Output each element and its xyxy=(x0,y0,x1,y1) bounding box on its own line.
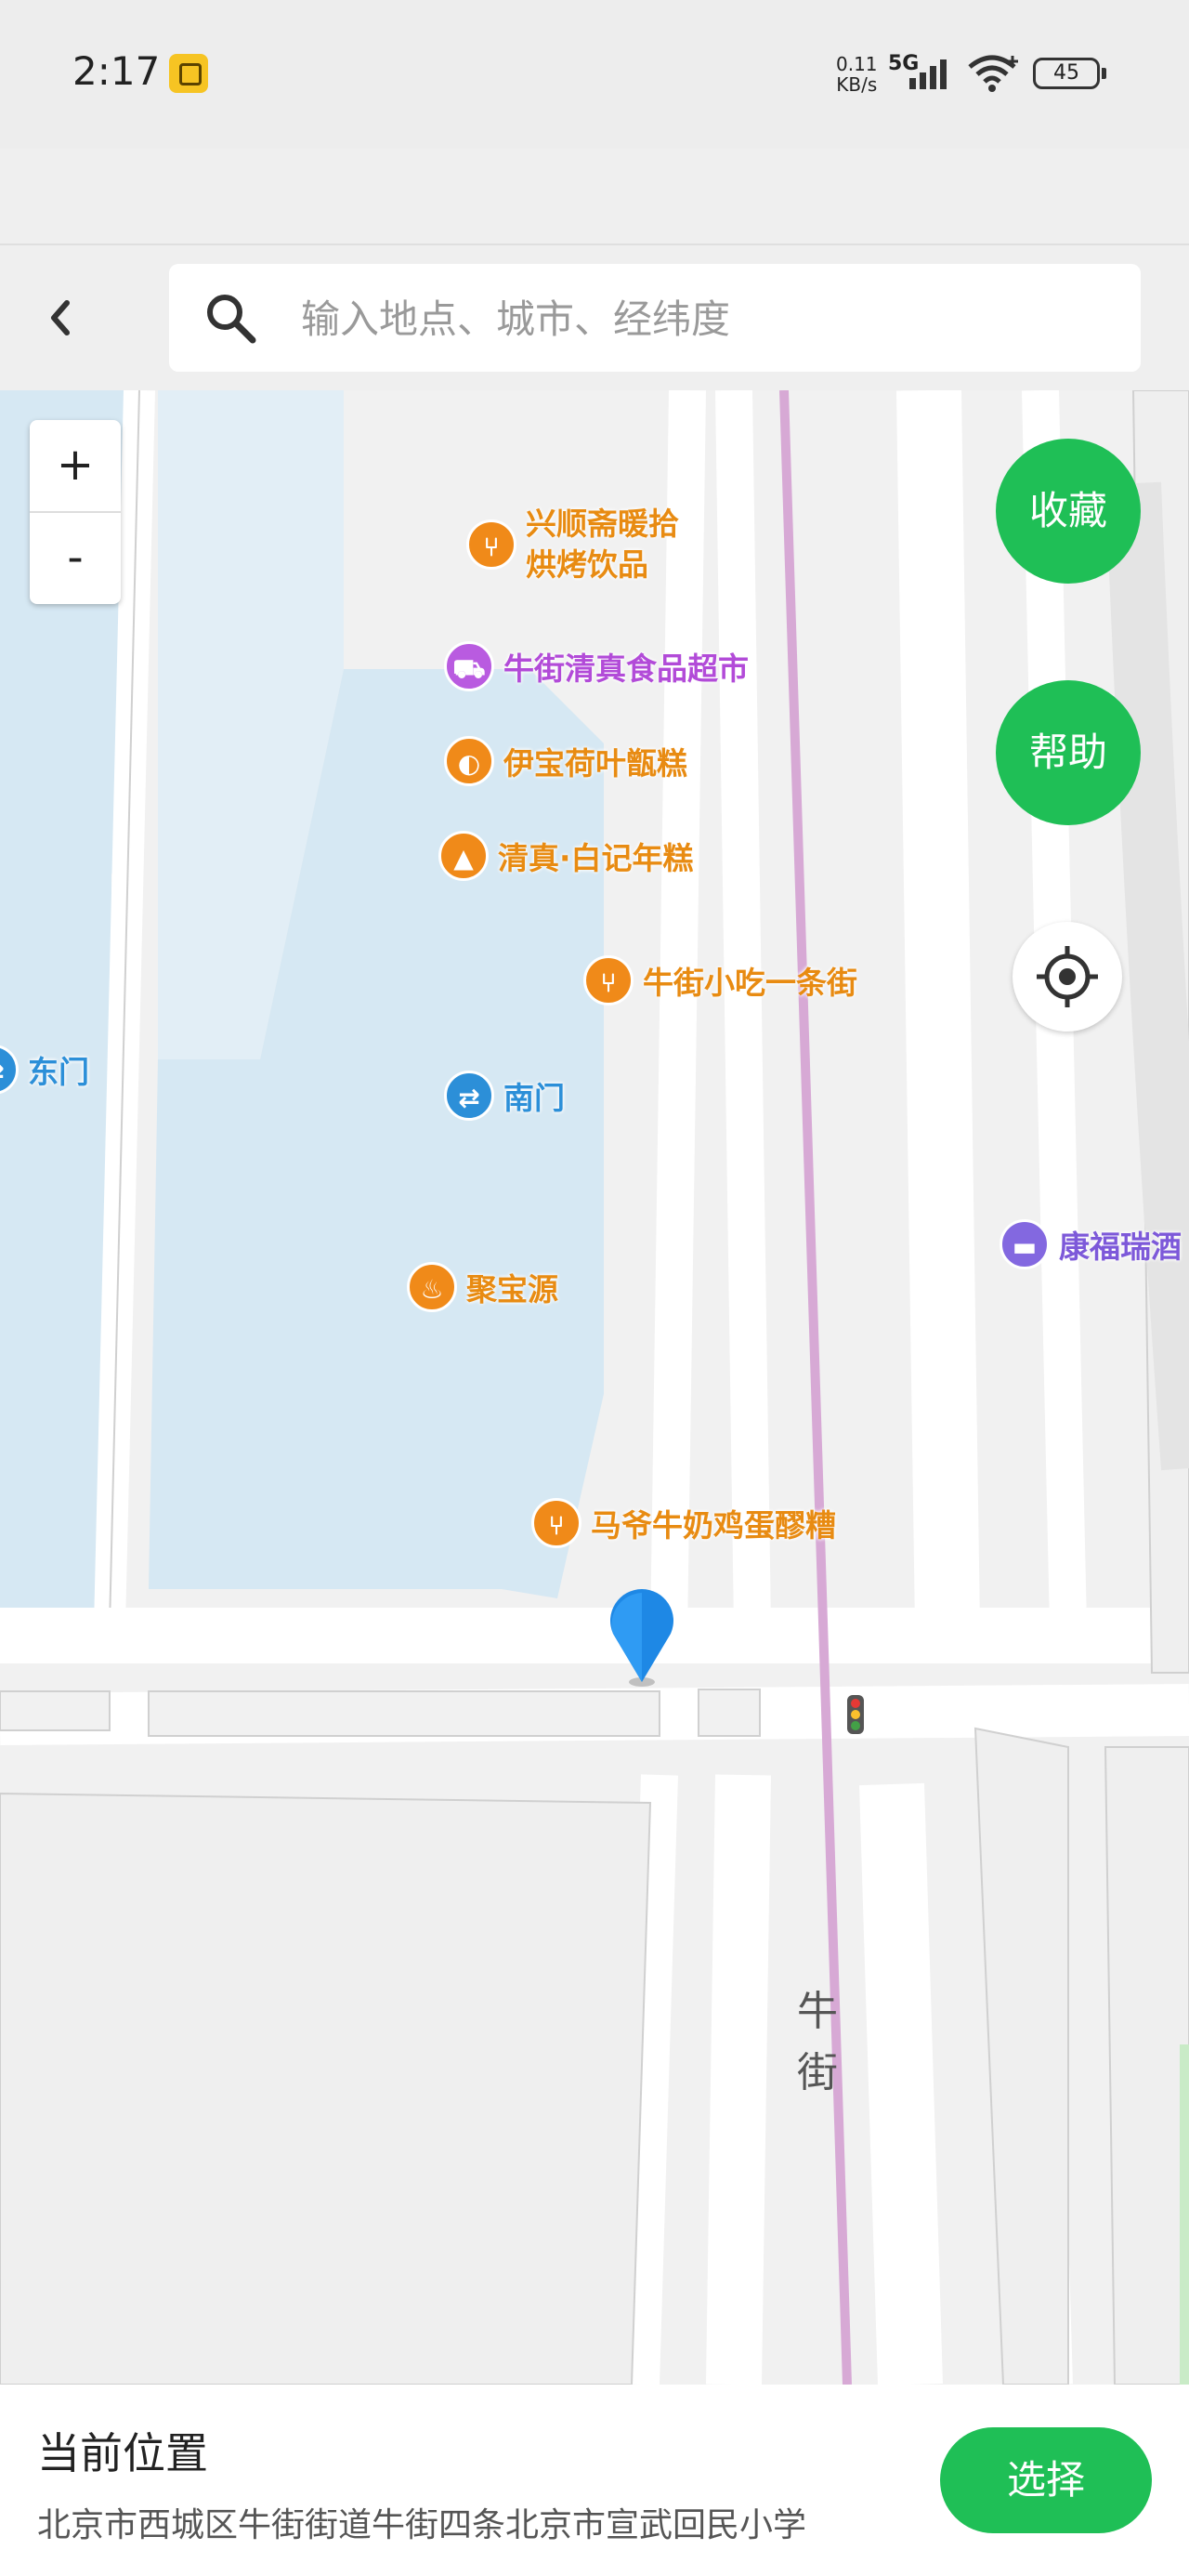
poi-label: 清真·白记年糕 xyxy=(498,840,694,876)
zoom-in-button[interactable]: + xyxy=(30,420,121,511)
dessert-icon: ▲ xyxy=(438,831,489,881)
header xyxy=(0,243,1189,390)
back-arrow-icon[interactable] xyxy=(28,283,95,353)
poi-label: 伊宝荷叶甑糕 xyxy=(503,745,687,782)
network-speed: 0.11 KB/s xyxy=(836,54,878,95)
poi-baiji-niangao[interactable]: ▲ 清真·白记年糕 xyxy=(438,831,694,881)
poi-label-line1: 兴顺斋暖拾 xyxy=(526,506,679,542)
poi-east-gate[interactable]: ⇄ 东门 xyxy=(0,1045,89,1095)
poi-label: 东门 xyxy=(28,1054,89,1090)
net-speed-unit: KB/s xyxy=(836,73,878,96)
poi-label: 兴顺斋暖拾 烘烤饮品 xyxy=(526,504,679,585)
crosshair-icon xyxy=(1037,946,1098,1007)
snack-icon: ◐ xyxy=(444,736,494,786)
poi-label: 牛街清真食品超市 xyxy=(503,651,749,687)
search-input[interactable] xyxy=(299,283,1102,355)
restaurant-icon: ⑂ xyxy=(466,519,516,570)
hotpot-icon: ♨ xyxy=(407,1262,457,1312)
search-icon xyxy=(207,295,256,344)
poi-label: 马爷牛奶鸡蛋醪糟 xyxy=(591,1507,836,1544)
entrance-icon: ⇄ xyxy=(444,1071,494,1121)
current-location-title: 当前位置 xyxy=(37,2428,208,2478)
poi-label-line2: 烘烤饮品 xyxy=(526,546,648,583)
locate-me-button[interactable] xyxy=(1013,922,1122,1032)
hotel-icon: ▬ xyxy=(1000,1219,1050,1269)
wifi-icon xyxy=(968,55,1018,92)
poi-label: 康福瑞酒 xyxy=(1059,1229,1182,1265)
select-button[interactable]: 选择 xyxy=(940,2427,1152,2533)
status-bar: 2:17 0.11 KB/s 5G 45 xyxy=(0,0,1189,149)
poi-jubaoyuan[interactable]: ♨ 聚宝源 xyxy=(407,1262,558,1312)
poi-xingshunzhai[interactable]: ⑂ 兴顺斋暖拾 烘烤饮品 xyxy=(466,504,679,585)
poi-label: 聚宝源 xyxy=(466,1271,558,1308)
clipboard-app-icon xyxy=(169,54,208,93)
search-box[interactable] xyxy=(169,264,1141,372)
clock: 2:17 xyxy=(72,48,161,94)
zoom-control: + - xyxy=(30,420,121,604)
poi-maye-laozao[interactable]: ⑂ 马爷牛奶鸡蛋醪糟 xyxy=(531,1498,836,1548)
favorite-button[interactable]: 收藏 xyxy=(996,439,1141,584)
restaurant-icon: ⑂ xyxy=(583,955,634,1005)
current-address: 北京市西城区牛街街道牛街四条北京市宣武回民小学 xyxy=(37,2506,807,2544)
net-speed-value: 0.11 xyxy=(836,53,878,75)
battery-indicator: 45 xyxy=(1033,58,1106,89)
poi-label: 南门 xyxy=(503,1080,565,1116)
bottom-panel: 当前位置 北京市西城区牛街街道牛街四条北京市宣武回民小学 选择 xyxy=(0,2385,1189,2576)
poi-south-gate[interactable]: ⇄ 南门 xyxy=(444,1071,565,1121)
street-label: 牛街 xyxy=(797,1988,838,2096)
zoom-out-button[interactable]: - xyxy=(30,513,121,604)
signal-icon xyxy=(909,59,947,89)
entrance-icon: ⇄ xyxy=(0,1045,19,1095)
poi-label: 牛街小吃一条街 xyxy=(643,965,857,1001)
map-view[interactable]: + - 收藏 帮助 ⑂ 兴顺斋暖拾 烘烤饮品 ⛟ 牛街清真食品超市 ◐ 伊宝荷叶… xyxy=(0,390,1189,2385)
restaurant-icon: ⑂ xyxy=(531,1498,581,1548)
poi-kangfurui-hotel[interactable]: ▬ 康福瑞酒 xyxy=(1000,1219,1182,1269)
location-pin-icon xyxy=(610,1589,673,1687)
poi-snack-street[interactable]: ⑂ 牛街小吃一条街 xyxy=(583,955,857,1005)
help-button[interactable]: 帮助 xyxy=(996,680,1141,825)
poi-yibao[interactable]: ◐ 伊宝荷叶甑糕 xyxy=(444,736,687,786)
poi-niujie-supermarket[interactable]: ⛟ 牛街清真食品超市 xyxy=(444,641,749,691)
shopping-cart-icon: ⛟ xyxy=(444,641,494,691)
